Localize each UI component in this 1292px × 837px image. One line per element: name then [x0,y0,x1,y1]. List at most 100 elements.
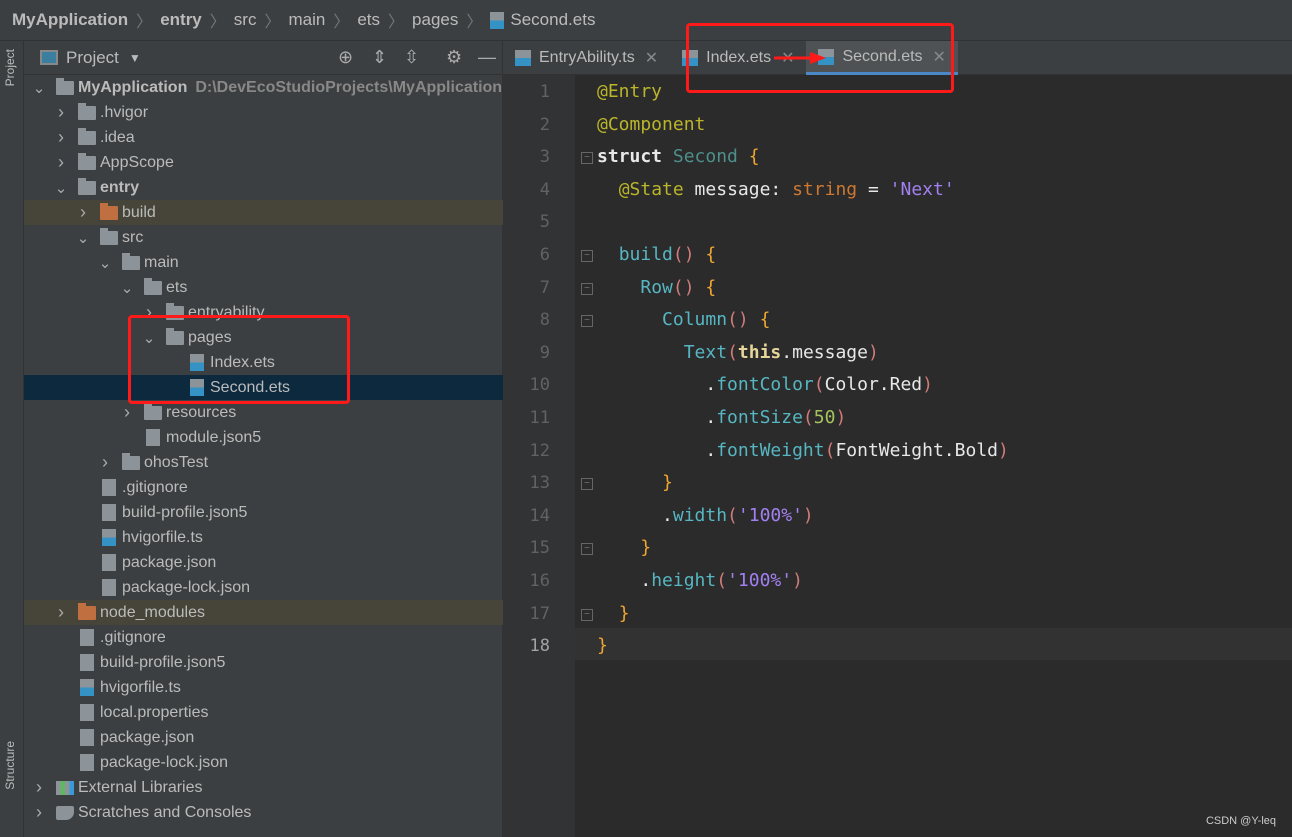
tree-item-text: build-profile.json5 [122,504,247,522]
code-token: ( [802,407,814,428]
collapse-all-icon[interactable]: ⇳ [404,47,419,68]
breadcrumb-item[interactable]: src [234,10,257,30]
tree-item[interactable]: local.properties [24,700,503,725]
code-token: FontWeight.Bold [835,439,998,461]
line-number: 14 [529,505,550,526]
root-path: D:\DevEcoStudioProjects\MyApplication [195,78,503,96]
chevron-down-icon[interactable]: ⌄ [54,179,68,197]
chevron-down-icon[interactable]: ⌄ [120,279,134,297]
tree-item[interactable]: package.json [24,550,503,575]
tree-item[interactable]: ⌄ MyApplication D:\DevEcoStudioProjects\My… [24,75,503,100]
tree-item[interactable]: › AppScope [24,150,503,175]
file-icon [80,704,94,721]
chevron-down-icon[interactable]: ⌄ [32,79,46,97]
tree-item[interactable]: package-lock.json [24,575,503,600]
tree-item[interactable]: package.json [24,725,503,750]
project-side-tab[interactable]: Project [3,49,17,86]
tree-item[interactable]: .gitignore [24,475,503,500]
tree-item[interactable]: hvigorfile.ts [24,525,503,550]
chevron-right-icon[interactable]: › [32,802,46,823]
chevron-right-icon[interactable]: › [120,402,134,423]
locate-icon[interactable]: ⊕ [338,47,353,68]
project-panel-header: Project ▼ ⊕ ⇕ ⇳ ⚙ — [24,41,502,75]
tree-item[interactable]: › ohosTest [24,450,503,475]
tree-item[interactable]: › node_modules [24,600,503,625]
chevron-right-icon: 〉 [333,14,350,31]
tree-item[interactable]: › .hvigor [24,100,503,125]
tree-item-text: build-profile.json5 [100,654,225,672]
fold-marker-icon[interactable]: − [581,152,593,165]
code-line: } [597,467,673,499]
code-token: () [672,244,695,265]
tree-item[interactable]: hvigorfile.ts [24,675,503,700]
line-number: 16 [529,571,550,591]
project-view-selector[interactable]: Project [66,48,119,68]
tree-item[interactable]: ⌄ ets [24,275,503,300]
module-folder-icon [78,178,96,195]
tree-item-text: External Libraries [78,779,203,797]
tree-item[interactable]: ⌄ src [24,225,503,250]
code-token: ) [867,341,879,363]
close-icon[interactable]: ✕ [645,48,658,68]
chevron-down-icon[interactable]: ▼ [129,51,141,65]
tree-item[interactable]: › Scratches and Consoles [24,800,503,825]
tree-item[interactable]: › .idea [24,125,503,150]
chevron-right-icon[interactable]: › [54,127,68,148]
tree-item[interactable]: .gitignore [24,625,503,650]
fold-marker-icon[interactable]: − [581,250,593,262]
chevron-right-icon[interactable]: › [76,202,90,223]
line-number: 5 [539,212,550,233]
chevron-right-icon[interactable]: › [54,102,68,123]
libraries-icon [56,781,74,795]
tree-item[interactable]: › build [24,200,503,225]
tree-item[interactable]: package-lock.json [24,750,503,775]
line-number: 12 [529,440,550,461]
tree-item-label: module.json5 [166,428,262,446]
tree-item[interactable]: › External Libraries [24,775,503,800]
tree-item[interactable]: build-profile.json5 [24,650,503,675]
chevron-right-icon[interactable]: › [32,777,46,798]
tree-item-label: ohosTest [144,453,209,471]
fold-marker-icon[interactable]: − [581,543,593,556]
chevron-down-icon[interactable]: ⌄ [98,254,112,272]
breadcrumb-item[interactable]: entry [160,10,202,30]
chevron-right-icon[interactable]: › [54,152,68,173]
chevron-down-icon[interactable]: ⌄ [76,229,90,247]
code-token: ) [802,504,814,526]
fold-marker-icon[interactable]: − [581,315,593,328]
breadcrumb-item[interactable]: pages [412,10,458,30]
breadcrumb-item[interactable]: main [288,10,325,30]
fold-marker-icon[interactable]: − [581,282,593,295]
hide-icon[interactable]: — [478,47,496,68]
expand-all-icon[interactable]: ⇕ [372,47,387,68]
tree-item[interactable]: ⌄ entry [24,175,503,200]
code-token: fontWeight [716,439,825,461]
code-token: 'Next' [889,178,955,200]
breadcrumb-item[interactable]: MyApplication [12,10,128,30]
chevron-right-icon[interactable]: › [98,452,112,473]
code-token: { [705,276,717,298]
breadcrumb-item[interactable]: ets [357,10,380,30]
tree-item-label: .gitignore [100,628,166,646]
breadcrumb-label: pages [412,10,459,29]
tree-item[interactable]: ⌄ main [24,250,503,275]
gear-icon[interactable]: ⚙ [446,47,462,68]
tree-item[interactable]: build-profile.json5 [24,500,503,525]
editor-tab[interactable]: EntryAbility.ts ✕ [503,41,670,75]
tree-item-text: build [122,204,156,222]
code-token: . [597,504,673,526]
code-token: '100%' [727,570,793,591]
tree-item-text: package-lock.json [122,579,250,597]
folder-icon [122,253,140,270]
chevron-right-icon[interactable]: › [54,602,68,623]
folder-icon [78,153,96,170]
structure-side-tab[interactable]: Structure [3,741,17,790]
code-token: Second [672,146,749,168]
tree-item[interactable]: module.json5 [24,425,503,450]
fold-marker-icon[interactable]: − [581,608,593,621]
fold-marker-icon[interactable]: − [581,478,593,491]
breadcrumb-item[interactable]: Second.ets [490,10,595,30]
